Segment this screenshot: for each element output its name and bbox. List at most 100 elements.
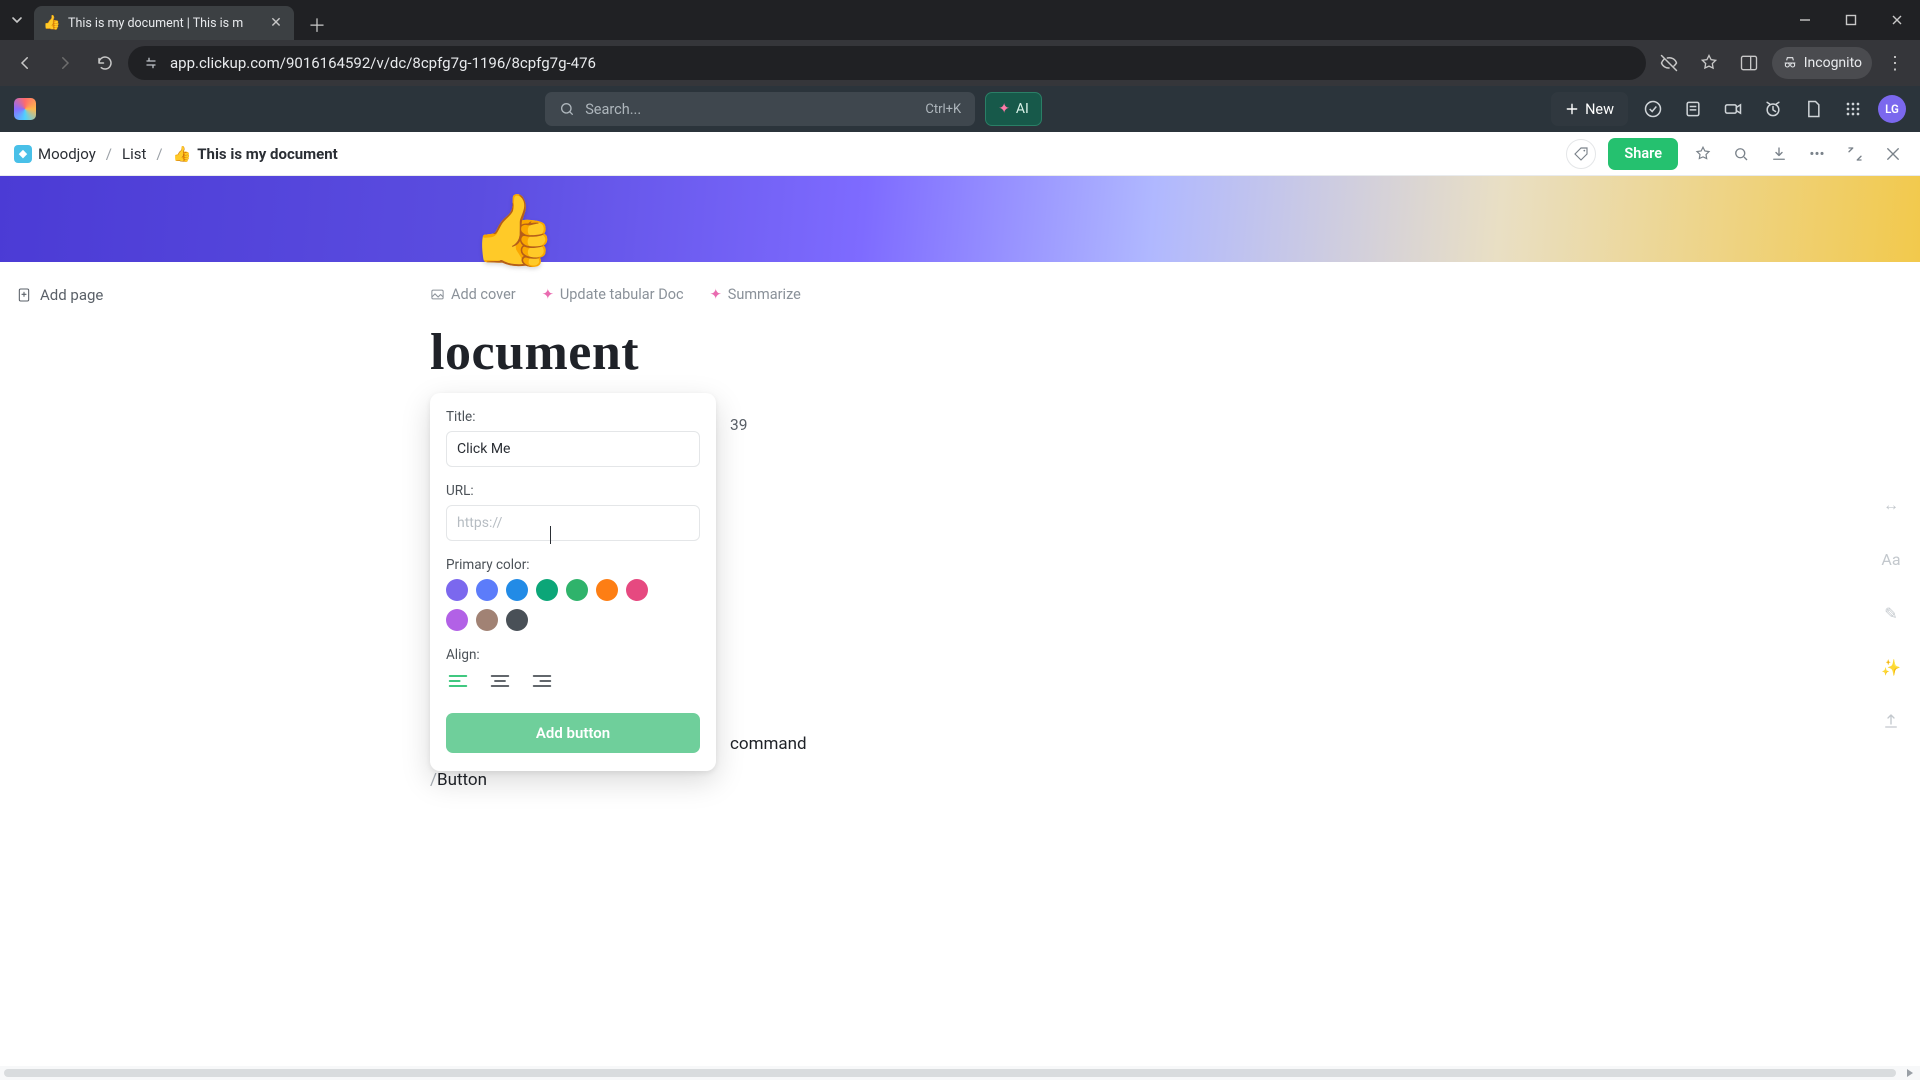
add-cover-action[interactable]: Add cover [430,286,516,303]
apps-grid-icon[interactable] [1838,94,1868,124]
breadcrumb-list[interactable]: List [122,145,146,163]
color-swatch[interactable] [566,579,588,601]
title-label: Title: [446,409,700,425]
window-close-button[interactable] [1874,0,1920,40]
url-input[interactable] [446,505,700,541]
site-settings-icon[interactable] [142,54,160,72]
doc-title[interactable]: locument [430,323,1920,382]
color-swatch[interactable] [446,609,468,631]
wand-icon[interactable]: ✨ [1878,654,1904,680]
width-toggle-icon[interactable]: ↔ [1878,492,1904,518]
color-swatch[interactable] [626,579,648,601]
eye-off-icon[interactable] [1652,46,1686,80]
doc-emoji-large[interactable]: 👍 [470,196,557,266]
ai-label: AI [1016,101,1029,117]
tag-icon[interactable] [1566,139,1596,169]
window-maximize-button[interactable] [1828,0,1874,40]
doc-float-rail: ↔ Aa ✎ ✨ [1878,492,1904,734]
doc-icon[interactable] [1798,94,1828,124]
align-right-button[interactable] [530,669,554,693]
search-icon [559,101,575,117]
text-fragment-command: command [730,734,1920,754]
sparkle-icon: ✦ [710,286,722,303]
add-cover-label: Add cover [451,286,516,303]
slash-command-line[interactable]: /Button [430,770,1920,790]
cover-gradient[interactable] [0,176,1920,262]
color-swatch[interactable] [476,609,498,631]
check-circle-icon[interactable] [1638,94,1668,124]
horizontal-scrollbar[interactable] [0,1066,1920,1080]
scrollbar-arrow-icon[interactable] [1904,1067,1916,1079]
slash-text: Button [437,770,487,790]
doc-sub-actions: Add cover ✦ Update tabular Doc ✦ Summari… [430,286,1920,303]
align-left-button[interactable] [446,669,470,693]
scrollbar-thumb[interactable] [4,1069,1896,1077]
user-avatar[interactable]: LG [1878,95,1906,123]
color-swatch[interactable] [476,579,498,601]
ai-button[interactable]: ✦ AI [985,92,1042,126]
workspace-name: Moodjoy [38,145,96,163]
color-swatch-grid [446,579,676,631]
color-swatch[interactable] [596,579,618,601]
add-button-submit[interactable]: Add button [446,713,700,753]
close-doc-icon[interactable] [1880,141,1906,167]
bookmark-star-icon[interactable] [1692,46,1726,80]
new-button[interactable]: New [1551,92,1628,126]
nav-reload-button[interactable] [88,46,122,80]
side-panel-icon[interactable] [1732,46,1766,80]
color-swatch[interactable] [506,579,528,601]
video-icon[interactable] [1718,94,1748,124]
ai-magic-icon[interactable]: ✎ [1878,600,1904,626]
app-logo-icon[interactable] [14,98,36,120]
nav-forward-button[interactable] [48,46,82,80]
more-icon[interactable]: ••• [1804,141,1830,167]
tab-close-icon[interactable]: ✕ [268,15,284,31]
app-header: Search... Ctrl+K ✦ AI New LG [0,86,1920,132]
address-bar[interactable]: app.clickup.com/9016164592/v/dc/8cpfg7g-… [128,46,1646,80]
tabs-dropdown-button[interactable] [0,0,34,40]
typography-icon[interactable]: Aa [1878,546,1904,572]
collapse-icon[interactable] [1842,141,1868,167]
list-name: List [122,145,146,163]
browser-toolbar: app.clickup.com/9016164592/v/dc/8cpfg7g-… [0,40,1920,86]
breadcrumb-sep: / [156,145,162,163]
download-icon[interactable] [1766,141,1792,167]
share-button[interactable]: Share [1608,138,1678,170]
url-label: URL: [446,483,700,499]
title-input[interactable] [446,431,700,467]
color-swatch[interactable] [446,579,468,601]
align-center-button[interactable] [488,669,512,693]
page-tree: Add page [0,262,310,790]
doc-header: ◆ Moodjoy / List / 👍 This is my document… [0,132,1920,176]
incognito-badge[interactable]: Incognito [1772,47,1872,79]
browser-menu-button[interactable]: ⋮ [1878,46,1912,80]
new-tab-button[interactable]: ＋ [302,10,332,40]
browser-tab[interactable]: 👍 This is my document | This is m ✕ [34,6,294,40]
add-page-icon [16,287,32,303]
text-cursor [550,526,551,544]
update-tabular-action[interactable]: ✦ Update tabular Doc [542,286,684,303]
summarize-action[interactable]: ✦ Summarize [710,286,801,303]
text-fragment-39: 39 [730,416,1920,434]
plus-icon [1565,102,1579,116]
global-search[interactable]: Search... Ctrl+K [545,92,975,126]
tab-title: This is my document | This is m [68,16,260,31]
alarm-icon[interactable] [1758,94,1788,124]
nav-back-button[interactable] [8,46,42,80]
star-icon[interactable] [1690,141,1716,167]
doc-emoji-small: 👍 [173,145,192,163]
doc-cover: 👍 [0,176,1920,262]
address-url: app.clickup.com/9016164592/v/dc/8cpfg7g-… [170,54,596,72]
breadcrumb-doc[interactable]: 👍 This is my document [173,145,338,163]
window-minimize-button[interactable] [1782,0,1828,40]
color-swatch[interactable] [506,609,528,631]
breadcrumb-workspace[interactable]: ◆ Moodjoy [14,145,96,163]
add-page-button[interactable]: Add page [16,286,310,304]
color-swatch[interactable] [536,579,558,601]
export-icon[interactable] [1878,708,1904,734]
doc-name: This is my document [197,145,337,163]
search-in-doc-icon[interactable] [1728,141,1754,167]
search-shortcut: Ctrl+K [925,102,961,117]
tab-favicon: 👍 [44,15,60,31]
notepad-icon[interactable] [1678,94,1708,124]
